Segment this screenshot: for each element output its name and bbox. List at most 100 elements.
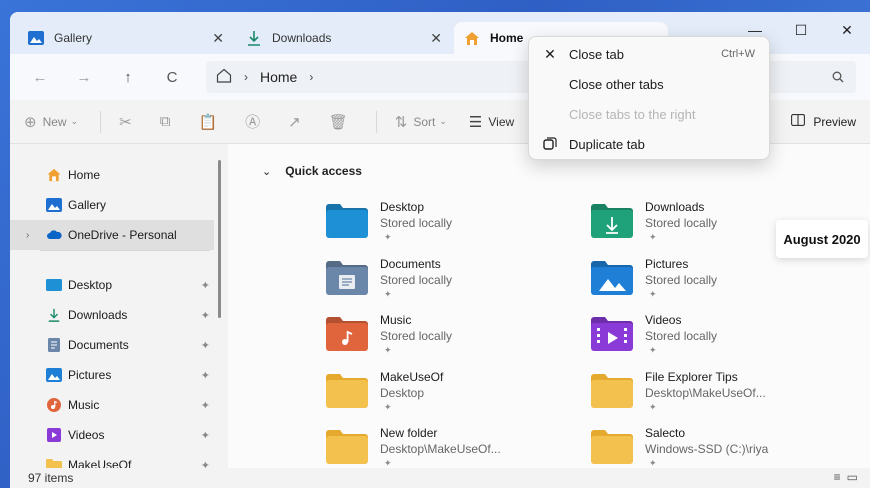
tab-downloads[interactable]: Downloads ✕ xyxy=(236,22,454,54)
forward-button[interactable]: → xyxy=(62,59,106,95)
view-toggle: ≡▭ xyxy=(834,470,864,484)
item-location: Windows-SSD (C:)\riya xyxy=(645,442,769,456)
menu-item-close-other-tabs[interactable]: Close other tabs xyxy=(529,69,769,99)
item-location: Stored locally xyxy=(645,329,718,343)
pin-icon: ✦ xyxy=(649,345,657,355)
preview-pane-icon xyxy=(791,114,806,129)
pin-icon: ✦ xyxy=(649,288,657,299)
preview-button[interactable]: Preview xyxy=(791,114,856,129)
up-button[interactable]: ↑ xyxy=(106,59,150,95)
pin-icon[interactable]: ✦ xyxy=(201,309,210,322)
item-location: Desktop\MakeUseOf... xyxy=(645,385,766,400)
paste-button[interactable]: 📋 xyxy=(198,113,223,131)
view-button[interactable]: ☰ View xyxy=(469,113,514,131)
section-title: Quick access xyxy=(285,164,362,178)
quick-access-item[interactable]: Videos Stored locally ✦ xyxy=(591,313,831,363)
documents-folder-icon xyxy=(326,260,368,295)
quick-access-item[interactable]: MakeUseOf Desktop ✦ xyxy=(326,370,566,420)
breadcrumb-home[interactable]: Home xyxy=(260,69,297,85)
plus-icon: ⊕ xyxy=(24,113,37,131)
tiles-view-icon[interactable]: ▭ xyxy=(847,470,864,484)
sidebar-item-label: Home xyxy=(68,168,101,182)
sidebar-item-onedrive[interactable]: › OneDrive - Personal xyxy=(10,220,214,250)
pin-icon[interactable]: ✦ xyxy=(201,399,210,412)
sidebar-item-pictures[interactable]: Pictures ✦ xyxy=(10,360,214,390)
search-icon[interactable] xyxy=(832,70,844,86)
sidebar-item-label: Pictures xyxy=(68,368,112,382)
tab-label: Downloads xyxy=(272,31,332,45)
quick-access-header[interactable]: ⌄ Quick access xyxy=(262,164,362,178)
sidebar-item-label: Music xyxy=(68,398,100,412)
view-icon: ☰ xyxy=(468,113,483,131)
close-window-button[interactable]: ✕ xyxy=(824,12,870,48)
details-view-icon[interactable]: ≡ xyxy=(834,470,847,484)
pin-icon: ✦ xyxy=(384,232,392,242)
videos-icon xyxy=(46,428,62,442)
content-pane: ⌄ Quick access Desktop Stored locally ✦ Dow… xyxy=(228,144,870,474)
cut-icon: ✂ xyxy=(119,113,132,131)
pin-icon[interactable]: ✦ xyxy=(201,429,210,442)
home-icon[interactable] xyxy=(216,68,232,86)
pin-icon[interactable]: ✦ xyxy=(201,279,210,292)
item-name: Desktop xyxy=(380,200,425,214)
sidebar-item-documents[interactable]: Documents ✦ xyxy=(10,330,214,360)
sidebar-item-label: Documents xyxy=(68,338,129,352)
item-location: Stored locally xyxy=(645,272,718,287)
close-tab-icon[interactable]: ✕ xyxy=(430,30,442,47)
item-name: Documents xyxy=(380,256,441,271)
gallery-icon xyxy=(28,30,44,46)
folder-icon xyxy=(591,373,633,408)
quick-access-item[interactable]: Music Stored locally ✦ xyxy=(326,313,566,363)
sidebar-scrollbar[interactable] xyxy=(218,160,221,318)
chevron-down-icon[interactable]: ⌄ xyxy=(262,165,271,178)
menu-item-label: Close other tabs xyxy=(569,76,664,92)
menu-item-close-tabs-right: Close tabs to the right xyxy=(529,99,769,129)
breadcrumb-separator[interactable]: › xyxy=(309,70,313,84)
quick-access-item[interactable]: Desktop Stored locally ✦ xyxy=(326,200,566,250)
sidebar-item-home[interactable]: Home xyxy=(10,160,214,190)
quick-access-item[interactable]: Documents Stored locally ✦ xyxy=(326,257,566,307)
item-name: File Explorer Tips xyxy=(645,369,738,384)
sidebar-item-label: OneDrive - Personal xyxy=(68,228,177,242)
chevron-down-icon: ⌄ xyxy=(70,116,79,126)
menu-item-close-tab[interactable]: ✕ Close tab Ctrl+W xyxy=(529,39,769,69)
sidebar-item-gallery[interactable]: Gallery xyxy=(10,190,214,220)
sidebar-item-label: Downloads xyxy=(68,308,128,322)
item-name: Downloads xyxy=(645,200,705,214)
rename-button[interactable]: Ⓐ xyxy=(245,111,266,132)
item-count: 97 items xyxy=(28,471,74,485)
breadcrumb-separator: › xyxy=(244,70,248,84)
pin-icon[interactable]: ✦ xyxy=(201,369,210,382)
share-button[interactable]: ↗ xyxy=(288,113,307,131)
tab-gallery[interactable]: Gallery ✕ xyxy=(18,22,236,54)
new-button[interactable]: ⊕ New ⌄ xyxy=(24,113,78,131)
cut-button[interactable]: ✂ xyxy=(119,113,138,131)
item-location: Stored locally xyxy=(380,329,453,343)
copy-icon: ⧉ xyxy=(159,113,171,130)
videos-folder-icon xyxy=(591,317,633,351)
menu-item-duplicate-tab[interactable]: Duplicate tab xyxy=(529,129,769,159)
sidebar-item-videos[interactable]: Videos ✦ xyxy=(10,420,214,450)
menu-item-label: Duplicate tab xyxy=(569,136,645,152)
sidebar-item-desktop[interactable]: Desktop ✦ xyxy=(10,270,214,300)
delete-button[interactable]: 🗑 xyxy=(329,113,354,131)
quick-access-item[interactable]: Pictures Stored locally ✦ xyxy=(591,257,831,307)
item-location: Desktop\MakeUseOf... xyxy=(380,442,501,456)
maximize-button[interactable]: ☐ xyxy=(778,12,824,48)
sidebar-item-downloads[interactable]: Downloads ✦ xyxy=(10,300,214,330)
sort-icon: ⇅ xyxy=(394,113,408,131)
refresh-button[interactable]: C xyxy=(150,59,194,95)
sort-button[interactable]: ⇅ Sort ⌄ xyxy=(395,113,447,131)
quick-access-item[interactable]: File Explorer Tips Desktop\MakeUseOf... ✦ xyxy=(591,370,831,420)
item-name: New folder xyxy=(380,426,438,440)
pin-icon[interactable]: ✦ xyxy=(201,339,210,352)
shortcut-label: Ctrl+W xyxy=(721,48,755,60)
pin-icon: ✦ xyxy=(384,345,392,355)
documents-icon xyxy=(46,338,62,352)
sidebar-item-music[interactable]: Music ✦ xyxy=(10,390,214,420)
item-location: Stored locally xyxy=(380,272,453,287)
copy-button[interactable]: ⧉ xyxy=(160,113,177,130)
back-button[interactable]: ← xyxy=(18,59,62,95)
chevron-right-icon[interactable]: › xyxy=(26,230,29,241)
close-tab-icon[interactable]: ✕ xyxy=(212,30,224,47)
